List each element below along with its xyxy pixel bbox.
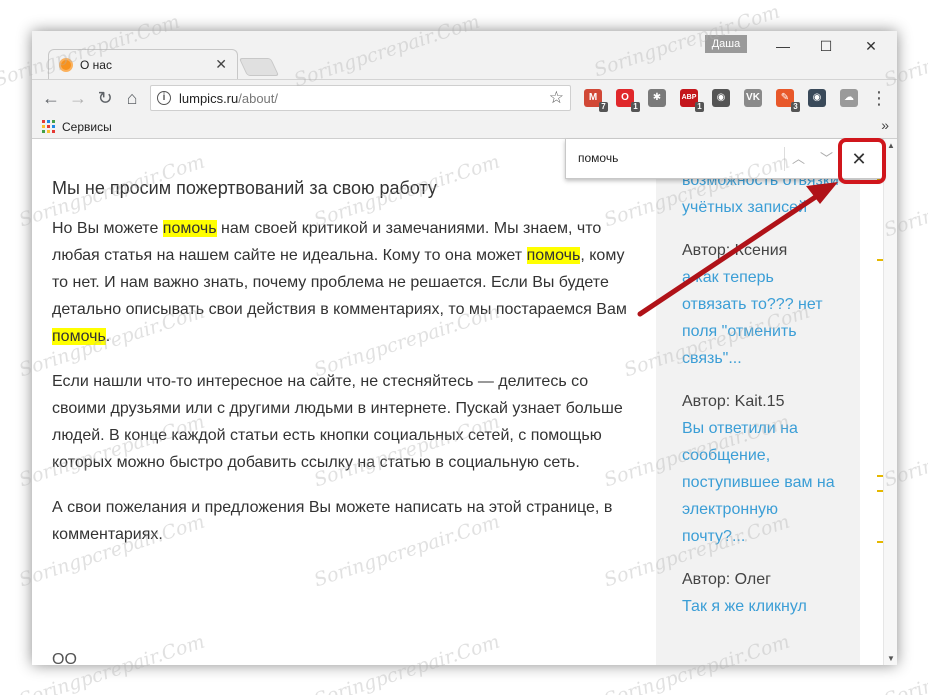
paw-icon[interactable]: ✱ [648,89,666,107]
extension-badge: 1 [631,102,640,112]
article-paragraph-3: А свои пожелания и предложения Вы можете… [52,499,613,543]
text-run: Но Вы можете [52,220,163,237]
apps-grid-icon[interactable] [42,120,55,133]
window-close-button[interactable]: ✕ [851,35,891,57]
article-paragraph-1: Но Вы можете помочь нам своей критикой и… [52,215,632,350]
film-icon[interactable]: ◉ [712,89,730,107]
bookmarks-bar: Сервисы » [32,115,897,139]
browser-window: О нас ✕ Даша — ☐ ✕ ← → ↻ ⌂ i lumpics.ru/… [32,31,897,665]
sidebar-comment-link[interactable]: а как теперь отвязать то??? нет поля "от… [682,264,842,372]
browser-toolbar: ← → ↻ ⌂ i lumpics.ru/about/ ☆ M 7 O 1 ✱ ABP 1 ◉… [32,79,897,115]
address-bar[interactable]: i lumpics.ru/about/ ☆ [150,85,571,111]
extension-badge: 7 [599,102,608,112]
text-run: . [105,328,111,345]
match-markers-gutter [860,139,883,665]
url-text: lumpics.ru/about/ [179,91,278,106]
url-path: /about/ [238,91,279,106]
search-highlight: помочь [526,247,581,264]
forward-arrow-icon[interactable]: → [66,86,90,110]
home-icon[interactable]: ⌂ [120,86,144,110]
find-bar: помочь ︿ ﹀ ✕ [565,139,883,179]
cloud-icon[interactable]: ☁ [840,89,858,107]
find-previous-icon[interactable]: ︿ [792,148,805,167]
annotation-highlight-frame [838,138,886,184]
article-heading: Мы не просим пожертвований за свою работ… [52,178,437,198]
eye-icon[interactable]: ◉ [808,89,826,107]
apps-bookmark[interactable]: Сервисы [62,120,112,134]
scroll-down-icon[interactable]: ▼ [887,654,895,663]
comment-author: Автор: Олег [682,571,771,588]
tab-title: О нас [80,58,112,72]
opera-vpn-icon[interactable]: O1 [616,89,640,112]
sidebar-comment-link[interactable]: Так я же кликнул [682,593,842,620]
bookmark-star-icon[interactable]: ☆ [549,88,564,108]
extension-badge: 3 [791,102,800,112]
sidebar-list: возможность отвязки учётных записей Авто… [682,167,842,620]
find-next-icon[interactable]: ﹀ [820,148,833,167]
tab-about[interactable]: О нас ✕ [48,49,238,79]
tool-icon[interactable]: ✎ 3 [776,89,800,112]
site-info-icon[interactable]: i [157,91,171,105]
bookmarks-overflow-icon[interactable]: » [881,117,889,133]
comment-author: Автор: Ксения [682,242,788,259]
gmail-icon[interactable]: M7 [584,89,608,112]
article-footer-text: ОО [52,651,77,665]
maximize-button[interactable]: ☐ [806,35,846,57]
profile-badge[interactable]: Даша [705,35,747,53]
title-bar: О нас ✕ Даша — ☐ ✕ [32,31,897,79]
article-paragraph-2: Если нашли что-то интересное на сайте, н… [52,373,623,471]
page-content: Мы не просим пожертвований за свою работ… [32,139,883,665]
back-arrow-icon[interactable]: ← [39,86,63,110]
vk-icon[interactable]: VK [744,89,762,107]
new-tab-button[interactable] [238,58,280,76]
lumpics-favicon-icon [59,58,73,72]
minimize-button[interactable]: — [763,35,803,57]
comment-author: Автор: Kait.15 [682,393,785,410]
adblock-icon[interactable]: ABP 1 [680,89,704,112]
find-divider [784,147,785,171]
search-highlight: помочь [162,220,217,237]
search-highlight: помочь [52,328,106,345]
comments-sidebar: возможность отвязки учётных записей Авто… [656,139,860,665]
scroll-up-icon[interactable]: ▲ [887,141,895,150]
sidebar-comment-link[interactable]: Вы ответили на сообщение, поступившее ва… [682,415,842,550]
reload-icon[interactable]: ↻ [93,86,117,110]
tab-close-icon[interactable]: ✕ [215,56,227,72]
article: Мы не просим пожертвований за свою работ… [52,175,632,566]
browser-menu-icon[interactable]: ⋮ [870,86,888,110]
url-host: lumpics.ru [179,91,239,106]
find-input[interactable]: помочь [578,151,618,165]
page-scrollbar[interactable]: ▲ ▼ [883,139,897,665]
extension-badge: 1 [695,102,704,112]
